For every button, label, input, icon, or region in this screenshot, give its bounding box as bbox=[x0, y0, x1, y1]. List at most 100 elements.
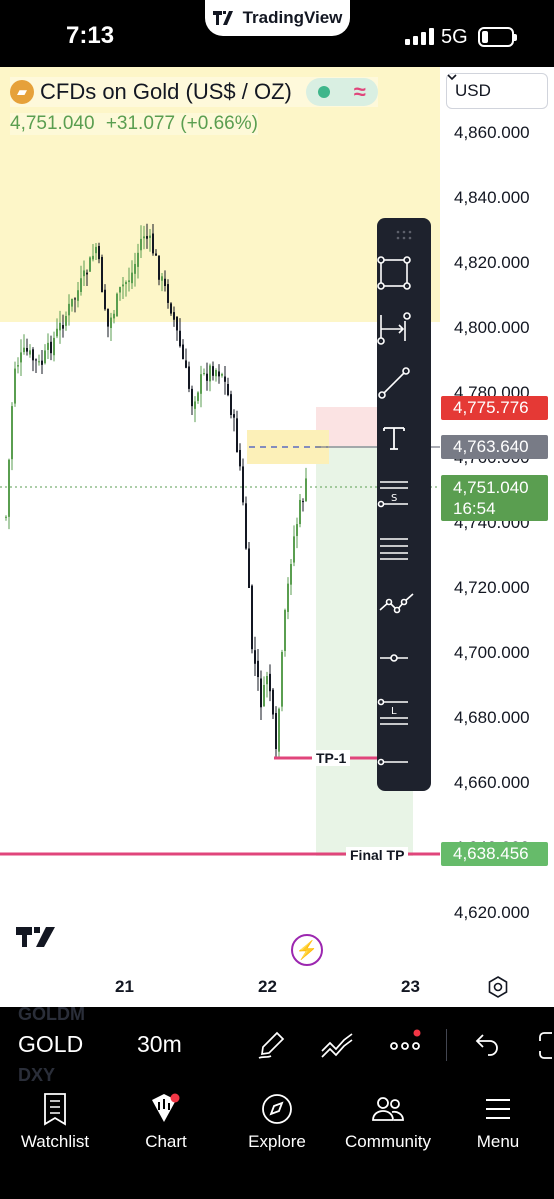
short-position-tool[interactable]: S bbox=[377, 476, 431, 520]
clock: 7:13 bbox=[66, 22, 115, 49]
nav-community[interactable]: Community bbox=[333, 1092, 443, 1152]
interval-button[interactable]: 30m bbox=[137, 1031, 182, 1058]
measure-tool[interactable] bbox=[377, 311, 431, 355]
candle-body bbox=[230, 394, 232, 415]
candle-body bbox=[167, 284, 169, 303]
candle-body bbox=[83, 270, 85, 277]
market-status-pill[interactable]: ≈ bbox=[305, 78, 378, 106]
compass-icon bbox=[262, 1094, 292, 1124]
candle-body bbox=[185, 360, 187, 368]
rectangle-tool[interactable] bbox=[377, 256, 431, 300]
candle-body bbox=[260, 678, 262, 708]
symbol-title[interactable]: CFDs on Gold (US$ / OZ) bbox=[40, 79, 292, 105]
candle-body bbox=[32, 349, 34, 361]
nav-explore[interactable]: Explore bbox=[222, 1092, 332, 1152]
indicators-icon[interactable] bbox=[320, 1029, 354, 1066]
drawing-toolbar[interactable]: S L bbox=[377, 218, 431, 791]
time-axis-label: 22 bbox=[258, 977, 277, 996]
horizontal-line-tool[interactable] bbox=[377, 745, 431, 789]
trend-line-tool-icon bbox=[378, 367, 410, 399]
trend-line-tool[interactable] bbox=[377, 366, 431, 410]
more-options-icon[interactable] bbox=[389, 1029, 423, 1066]
candle-body bbox=[17, 365, 19, 367]
candle-body bbox=[47, 342, 49, 350]
last-price-tag-value: 4,751.040 bbox=[453, 478, 529, 497]
chart-canvas[interactable]: ▰ CFDs on Gold (US$ / OZ) ≈ 4,751.040 +3… bbox=[0, 67, 554, 1007]
path-tool[interactable] bbox=[377, 586, 431, 630]
long-position-tool[interactable]: L bbox=[377, 696, 431, 740]
nav-chart[interactable]: Chart bbox=[111, 1092, 221, 1152]
candle-body bbox=[134, 263, 136, 274]
nav-menu[interactable]: Menu bbox=[443, 1092, 553, 1152]
price-axis-label: 4,840.000 bbox=[454, 188, 530, 207]
horizontal-ray-tool[interactable] bbox=[377, 641, 431, 685]
candle-body bbox=[44, 350, 46, 364]
drawing-pen-icon[interactable] bbox=[255, 1029, 287, 1066]
battery-icon bbox=[478, 27, 517, 47]
currency-select[interactable]: USD bbox=[446, 73, 548, 109]
candle-body bbox=[269, 673, 271, 692]
price-axis-label: 4,660.000 bbox=[454, 773, 530, 792]
chart-svg bbox=[0, 67, 440, 856]
candle-body bbox=[236, 418, 238, 453]
candle-body bbox=[245, 503, 247, 549]
gold-bars-icon: ▰ bbox=[10, 80, 34, 104]
candle-body bbox=[98, 246, 100, 260]
parallel-channel-tool[interactable] bbox=[377, 531, 431, 575]
flash-icon[interactable]: ⚡ bbox=[291, 934, 323, 966]
candle-body bbox=[173, 312, 175, 320]
time-axis-label: 21 bbox=[115, 977, 134, 996]
text-tool[interactable] bbox=[377, 421, 431, 465]
final-tp-label[interactable]: Final TP bbox=[346, 847, 409, 863]
svg-text:L: L bbox=[391, 706, 397, 717]
candle-body bbox=[233, 414, 235, 418]
candle-body bbox=[110, 317, 112, 329]
candle-body bbox=[56, 328, 58, 337]
price-axis-label: 4,820.000 bbox=[454, 253, 530, 272]
symbol-button[interactable]: GOLD bbox=[18, 1031, 83, 1058]
stop-price-tag: 4,775.776 bbox=[441, 396, 548, 420]
candle-body bbox=[104, 289, 106, 310]
tp1-label[interactable]: TP-1 bbox=[312, 750, 351, 766]
candle-body bbox=[275, 713, 277, 750]
parallel-channel-tool-icon bbox=[380, 538, 408, 560]
candle-body bbox=[251, 585, 253, 650]
svg-text:S: S bbox=[391, 493, 397, 504]
candle-body bbox=[281, 651, 283, 707]
candle-body bbox=[176, 316, 178, 331]
nav-watchlist[interactable]: Watchlist bbox=[0, 1092, 110, 1152]
candle-body bbox=[227, 383, 229, 396]
path-tool-icon bbox=[379, 593, 414, 614]
candle-body bbox=[41, 360, 43, 365]
time-axis-label: 23 bbox=[401, 977, 420, 996]
chart-nav-icon bbox=[152, 1093, 180, 1122]
signal-icon bbox=[405, 28, 434, 45]
fullscreen-icon[interactable] bbox=[536, 1029, 554, 1066]
candle-body bbox=[170, 303, 172, 314]
candle-body bbox=[131, 272, 133, 284]
measure-tool-icon bbox=[377, 312, 411, 345]
price-axis-label: 4,620.000 bbox=[454, 903, 530, 922]
entry-price-tag: 4,763.640 bbox=[441, 435, 548, 459]
candle-body bbox=[239, 449, 241, 467]
bottom-nav: Watchlist Chart Explore Community Menu bbox=[0, 1084, 554, 1199]
last-price-tag: 4,751.040 16:54 bbox=[441, 475, 548, 521]
candle-body bbox=[29, 350, 31, 355]
text-tool-icon bbox=[383, 427, 405, 450]
watchlist-icon bbox=[44, 1093, 66, 1126]
prev-symbol-ghost: GOLDM bbox=[18, 1004, 85, 1024]
candle-body bbox=[140, 238, 142, 251]
community-icon bbox=[372, 1097, 404, 1121]
toolbar-drag-handle[interactable] bbox=[396, 230, 412, 240]
undo-icon[interactable] bbox=[472, 1029, 500, 1066]
candle-body bbox=[68, 303, 70, 316]
hamburger-menu-icon bbox=[486, 1099, 510, 1119]
controls-divider bbox=[446, 1029, 447, 1061]
symbol-header[interactable]: ▰ CFDs on Gold (US$ / OZ) ≈ bbox=[10, 77, 378, 107]
candle-body bbox=[161, 276, 163, 281]
candle-body bbox=[266, 676, 268, 685]
candle-body bbox=[218, 371, 220, 377]
candle-body bbox=[284, 610, 286, 651]
price-axis-label: 4,860.000 bbox=[454, 123, 530, 142]
candle-body bbox=[116, 293, 118, 317]
